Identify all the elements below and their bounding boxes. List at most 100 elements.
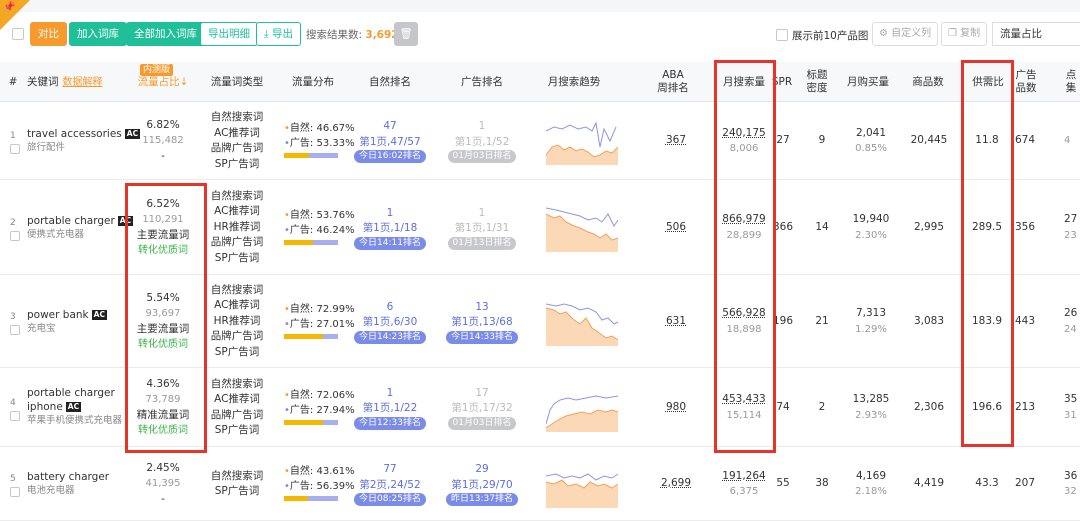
keyword-text[interactable]: travel accessories <box>27 128 122 140</box>
natural-rank-cell[interactable]: 6 第1页,6/30 今日14:23排名 <box>350 275 430 368</box>
natural-rank-page: 第1页,1/22 <box>362 402 418 414</box>
export-button[interactable]: ⤓ 导出 <box>256 22 301 46</box>
aba-rank-cell[interactable]: 367 <box>650 102 702 180</box>
sort-select[interactable]: 流量占比 <box>992 22 1080 46</box>
ad-line: •广告: 27.01% <box>284 317 355 332</box>
natural-percent: 53.76% <box>316 209 355 221</box>
col-monthly-buy[interactable]: 月购买量 <box>840 62 896 102</box>
natural-rank-cell[interactable]: 1 第1页,1/22 今日12:33排名 <box>350 368 430 447</box>
traffic-type-item: 自然搜索词 <box>210 283 264 296</box>
ad-line: •广告: 27.94% <box>284 403 355 418</box>
traffic-dist-cell: •自然: 46.67% •广告: 53.33% <box>284 121 355 158</box>
keyword-text[interactable]: power bank <box>27 309 89 321</box>
click-cell: 27 23 <box>1064 180 1080 275</box>
aba-rank-cell[interactable]: 631 <box>650 275 702 368</box>
monthly-buy: 13,285 <box>852 393 890 405</box>
aba-rank-cell[interactable]: 2,699 <box>650 447 702 521</box>
natural-bar <box>284 153 310 158</box>
keyword-text-2[interactable]: iphone <box>27 401 63 413</box>
row-checkbox[interactable] <box>10 144 20 154</box>
monthly-trend-sparkline[interactable] <box>546 460 620 508</box>
trend-area <box>546 307 618 346</box>
col-product-count[interactable]: 商品数 <box>905 62 951 102</box>
col-title-density[interactable]: 标题 密度 <box>800 62 834 102</box>
ad-rank: 13 <box>475 300 489 313</box>
copy-button[interactable]: ❐ 复制 <box>941 22 988 46</box>
monthly-trend-sparkline[interactable] <box>546 384 620 432</box>
keyword-cell[interactable]: power bank AC 充电宝 <box>27 308 107 336</box>
row-checkbox[interactable] <box>10 324 20 335</box>
natural-rank-time: 今日14:23排名 <box>354 330 426 344</box>
keyword-text[interactable]: battery charger <box>27 471 109 483</box>
monthly-buy: 4,169 <box>855 469 887 482</box>
row-checkbox[interactable] <box>10 230 20 241</box>
natural-percent: 72.99% <box>316 303 355 315</box>
traffic-type-item: HR推荐词 <box>213 314 261 327</box>
traffic-type-item: 品牌广告词 <box>210 142 264 154</box>
natural-bar <box>284 496 308 501</box>
natural-rank-cell[interactable]: 47 第1页,47/57 今日16:02排名 <box>350 102 430 180</box>
ad-rank-cell[interactable]: 29 第1页,29/70 昨日13:37排名 <box>442 447 522 521</box>
add-to-library-button[interactable]: 加入词库 <box>69 22 127 46</box>
monthly-trend-sparkline[interactable] <box>546 298 620 346</box>
aba-rank[interactable]: 980 <box>666 400 686 416</box>
keyword-text[interactable]: portable charger <box>27 387 115 399</box>
highlight-monthly-search <box>714 60 776 453</box>
ad-rank-cell[interactable]: 1 第1页,1/52 01月03日排名 <box>442 102 522 180</box>
ad-percent: 53.33% <box>316 138 355 149</box>
natural-rank-time: 今日08:25排名 <box>354 493 426 506</box>
col-aba[interactable]: ABA 周排名 <box>650 62 696 102</box>
toolbar: 对比 加入词库 全部加入词库 导出明细 ⤓ 导出 搜索结果数: 3,692 🗑 … <box>0 0 1080 62</box>
natural-rank-cell[interactable]: 1 第1页,1/18 今日14:11排名 <box>350 180 430 275</box>
share-volume: 41,395 <box>145 478 181 490</box>
col-keyword: 关键词 数据解释 <box>27 75 103 89</box>
col-monthly-trend: 月搜索趋势 <box>547 75 601 88</box>
ad-rank-cell[interactable]: 1 第1页,1/31 01月13日排名 <box>442 180 522 275</box>
natural-line: •自然: 53.76% <box>284 208 355 223</box>
natural-rank-cell[interactable]: 77 第2页,24/52 今日08:25排名 <box>350 447 430 521</box>
keyword-cell[interactable]: battery charger 电池充电器 <box>27 470 109 498</box>
aba-rank[interactable]: 367 <box>666 133 686 149</box>
ad-bar <box>323 333 338 339</box>
monthly-search[interactable]: 191,264 <box>722 469 765 485</box>
row-checkbox[interactable] <box>10 487 20 497</box>
keyword-cell[interactable]: travel accessories AC 旅行配件 <box>27 127 141 155</box>
aba-rank[interactable]: 631 <box>666 314 686 330</box>
aba-rank[interactable]: 2,699 <box>661 476 691 492</box>
compare-button[interactable]: 对比 <box>30 22 67 46</box>
add-all-to-library-button[interactable]: 全部加入词库 <box>126 22 205 46</box>
monthly-trend-sparkline[interactable] <box>546 117 620 165</box>
keyword-line: portable charger AC <box>27 214 134 228</box>
export-detail-button[interactable]: 导出明细 <box>200 22 258 46</box>
monthly-search-cell[interactable]: 191,264 6,375 <box>716 447 772 521</box>
delete-button[interactable]: 🗑 <box>394 22 418 46</box>
col-traffic-share[interactable]: 流量占比↓ <box>128 62 198 102</box>
click-value: 27 <box>1064 213 1078 225</box>
keyword-text[interactable]: portable charger <box>27 215 115 227</box>
custom-columns-button[interactable]: ⚙ 自定义列 <box>872 22 939 46</box>
show-top10-checkbox[interactable] <box>776 29 788 41</box>
table-row[interactable]: 1 travel accessories AC 旅行配件 6.82% 115,482 - 自然… <box>0 102 1080 180</box>
keyword-cell[interactable]: portable charger iphone AC 苹果手机便携式充电器 <box>27 386 122 428</box>
traffic-type-item: SP广告词 <box>214 345 260 358</box>
monthly-trend-sparkline[interactable] <box>546 204 620 252</box>
ad-rank-cell[interactable]: 13 第1页,13/68 今日14:33排名 <box>442 275 522 368</box>
title-density-cell: 2 <box>804 368 840 447</box>
row-index: 4 <box>10 397 16 408</box>
product-count: 3,083 <box>913 314 945 327</box>
ad-rank-cell[interactable]: 17 第1页,17/32 01月03日排名 <box>442 368 522 447</box>
col-ad-products[interactable]: 广告 品数 <box>1012 62 1040 102</box>
aba-rank-cell[interactable]: 980 <box>650 368 702 447</box>
row-checkbox[interactable] <box>10 410 20 421</box>
traffic-dist-cell: •自然: 72.99% •广告: 27.01% <box>284 302 355 339</box>
table-row[interactable]: 5 battery charger 电池充电器 2.45% 41,395 - 自然搜索词 SP… <box>0 447 1080 521</box>
natural-percent: 46.67% <box>316 123 355 134</box>
title-density-cell: 9 <box>804 102 840 180</box>
row-index: 1 <box>10 131 16 141</box>
col-click[interactable]: 点集 <box>1062 62 1080 102</box>
aba-rank[interactable]: 506 <box>666 220 686 236</box>
select-all-checkbox[interactable] <box>12 28 24 40</box>
aba-rank-cell[interactable]: 506 <box>650 180 702 275</box>
keyword-cell[interactable]: portable charger AC 便携式充电器 <box>27 214 134 242</box>
data-help-link[interactable]: 数据解释 <box>63 76 103 89</box>
